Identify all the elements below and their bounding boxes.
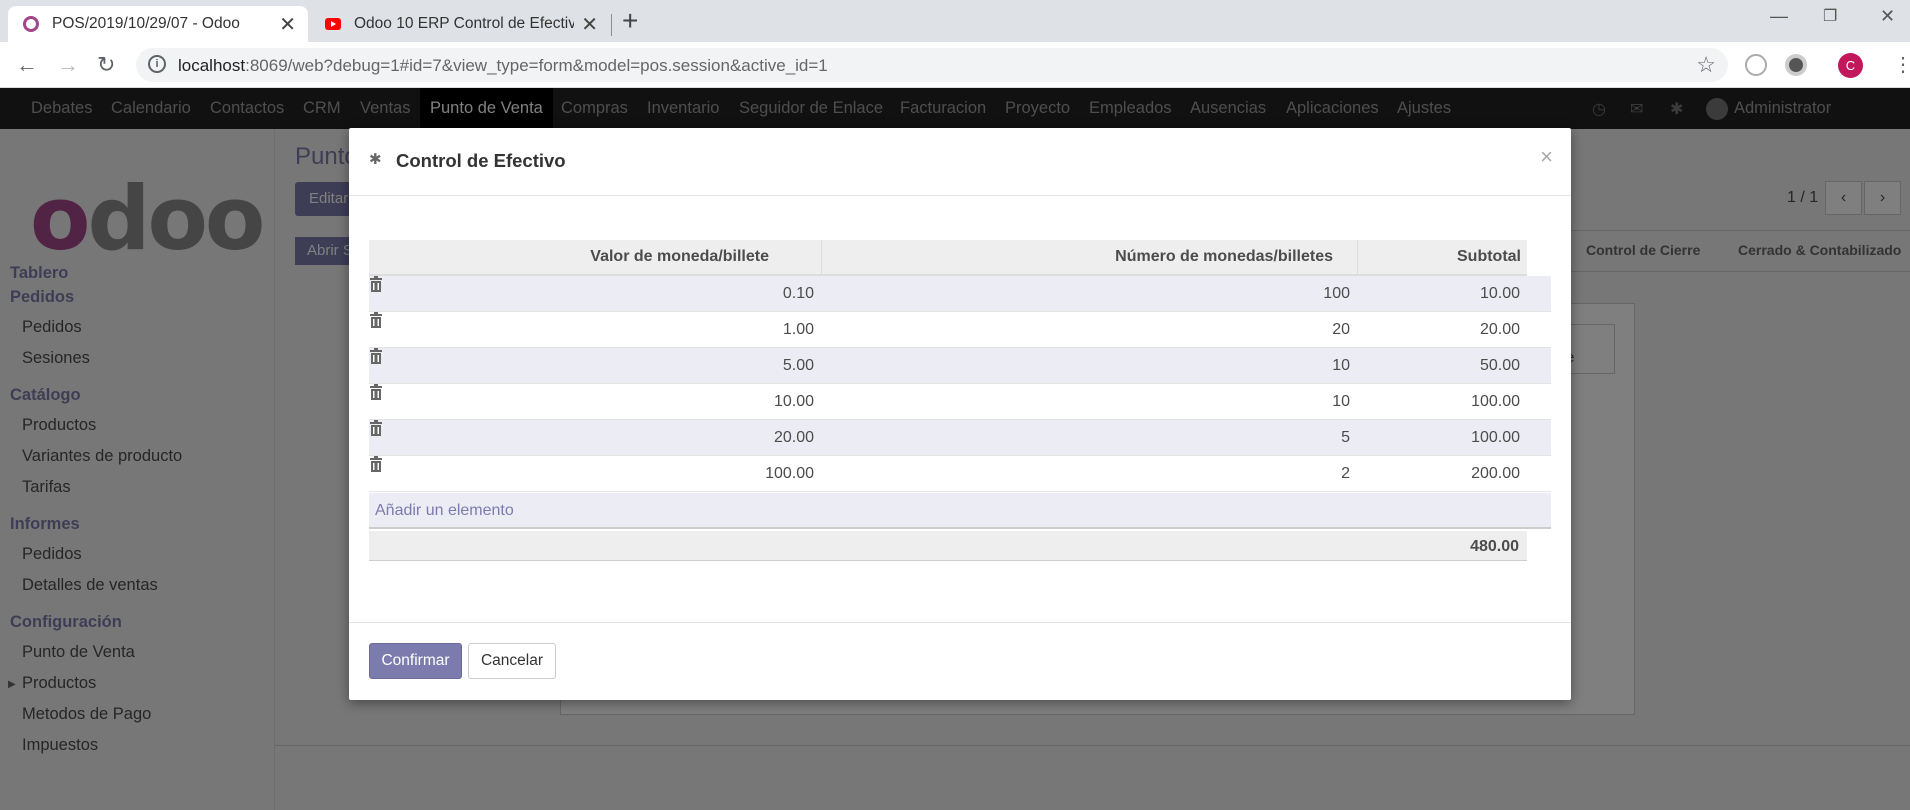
tab-title: POS/2019/10/29/07 - Odoo (52, 15, 240, 32)
extension-icon[interactable] (1785, 54, 1807, 76)
column-header-coin-count[interactable]: Número de monedas/billetes (1115, 248, 1333, 266)
table-row[interactable]: 5.00 10 50.00 (369, 348, 1551, 384)
browser-tab-bar: POS/2019/10/29/07 - Odoo ✕ Odoo 10 ERP C… (0, 0, 1910, 42)
table-row[interactable]: 0.10 100 10.00 (369, 276, 1551, 312)
cell-coin-count[interactable]: 10 (1332, 357, 1350, 375)
cell-coin-count[interactable]: 2 (1341, 465, 1350, 483)
cell-coin-value[interactable]: 0.10 (783, 285, 814, 303)
extension-icon[interactable] (1745, 54, 1767, 76)
trash-icon[interactable] (369, 420, 383, 436)
restore-icon[interactable]: ❐ (1823, 6, 1837, 26)
profile-avatar[interactable]: C (1838, 53, 1863, 78)
url-text: localhost:8069/web?debug=1#id=7&view_typ… (178, 56, 828, 75)
add-line-link[interactable]: Añadir un elemento (375, 502, 514, 520)
total-value: 480.00 (1470, 538, 1519, 555)
cell-subtotal: 50.00 (1479, 357, 1520, 374)
table-row[interactable]: 1.00 20 20.00 (369, 312, 1551, 348)
trash-icon[interactable] (369, 348, 383, 364)
bookmark-star-icon[interactable]: ☆ (1696, 52, 1716, 78)
cell-coin-count[interactable]: 10 (1332, 393, 1350, 411)
odoo-favicon-icon (23, 16, 39, 32)
back-icon[interactable]: ← (16, 52, 38, 78)
browser-tab[interactable]: Odoo 10 ERP Control de Efectivo ✕ (310, 6, 610, 42)
cell-coin-value[interactable]: 10.00 (774, 393, 814, 411)
close-tab-icon[interactable]: ✕ (279, 12, 296, 37)
bug-icon: ✱ (369, 151, 382, 168)
url-input[interactable]: i localhost:8069/web?debug=1#id=7&view_t… (136, 48, 1728, 82)
table-row[interactable]: 10.00 10 100.00 (369, 384, 1551, 420)
tab-separator (611, 14, 612, 36)
cell-subtotal: 100.00 (1471, 429, 1520, 446)
reload-icon[interactable]: ↻ (97, 52, 115, 78)
forward-icon[interactable]: → (57, 52, 79, 78)
address-bar: ← → ↻ i localhost:8069/web?debug=1#id=7&… (0, 42, 1910, 88)
trash-icon[interactable] (369, 384, 383, 400)
cell-subtotal: 100.00 (1471, 393, 1520, 410)
cell-coin-value[interactable]: 5.00 (783, 357, 814, 375)
column-header-subtotal[interactable]: Subtotal (1457, 248, 1521, 266)
window-close-icon[interactable]: ✕ (1880, 6, 1895, 27)
site-info-icon[interactable]: i (148, 55, 166, 73)
cell-coin-count[interactable]: 20 (1332, 321, 1350, 339)
dialog-footer: Confirmar Cancelar (349, 622, 1571, 700)
table-footer-total: 480.00 (369, 531, 1527, 561)
cancel-button[interactable]: Cancelar (468, 643, 556, 679)
cell-coin-value[interactable]: 1.00 (783, 321, 814, 339)
cell-subtotal: 200.00 (1471, 465, 1520, 482)
add-line-row[interactable]: Añadir un elemento (369, 493, 1551, 529)
youtube-favicon-icon (325, 18, 341, 30)
cash-control-dialog: ✱ Control de Efectivo × Valor de moneda/… (349, 128, 1571, 700)
cell-subtotal: 10.00 (1479, 285, 1520, 302)
dialog-close-icon[interactable]: × (1540, 144, 1553, 170)
table-row[interactable]: 100.00 2 200.00 (369, 456, 1551, 492)
tab-title: Odoo 10 ERP Control de Efectivo (354, 15, 574, 32)
cell-coin-count[interactable]: 100 (1323, 285, 1350, 303)
dialog-title: Control de Efectivo (396, 150, 566, 171)
cell-coin-count[interactable]: 5 (1341, 429, 1350, 447)
table-header: Valor de moneda/billete Número de moneda… (369, 240, 1527, 276)
trash-icon[interactable] (369, 456, 383, 472)
browser-menu-icon[interactable]: ⋮ (1893, 52, 1910, 77)
trash-icon[interactable] (369, 312, 383, 328)
column-divider (1357, 240, 1358, 276)
cell-coin-value[interactable]: 100.00 (765, 465, 814, 483)
close-tab-icon[interactable]: ✕ (581, 12, 598, 37)
dialog-header: ✱ Control de Efectivo × (349, 128, 1571, 196)
minimize-icon[interactable]: — (1770, 6, 1788, 27)
column-header-coin-value[interactable]: Valor de moneda/billete (590, 248, 769, 266)
confirm-button[interactable]: Confirmar (369, 643, 462, 679)
cell-coin-value[interactable]: 20.00 (774, 429, 814, 447)
new-tab-icon[interactable]: + (622, 6, 638, 36)
cell-subtotal: 20.00 (1479, 321, 1520, 338)
table-row[interactable]: 20.00 5 100.00 (369, 420, 1551, 456)
browser-tab-active[interactable]: POS/2019/10/29/07 - Odoo ✕ (8, 6, 308, 42)
column-divider (821, 240, 822, 276)
trash-icon[interactable] (369, 276, 383, 292)
